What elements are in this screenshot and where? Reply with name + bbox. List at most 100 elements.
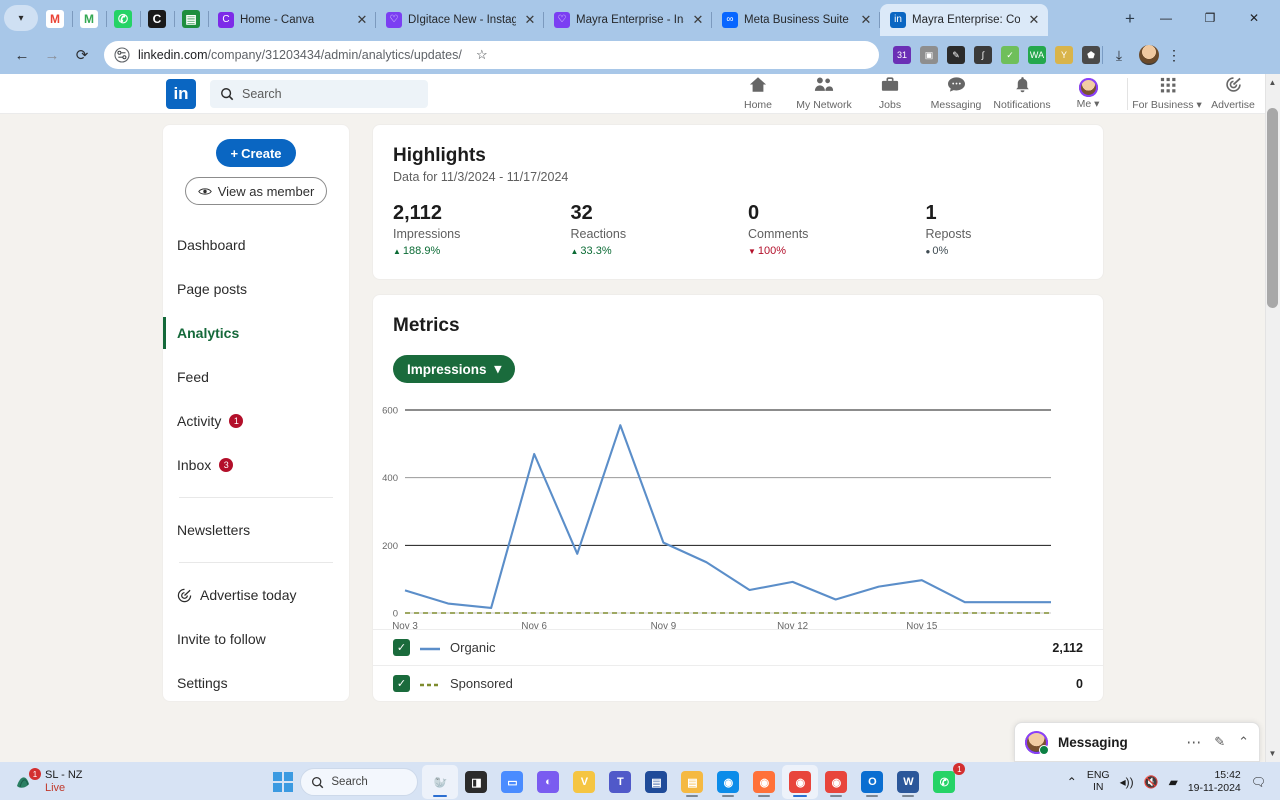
downloads-icon[interactable]: ⤓: [1105, 41, 1133, 69]
scrollbar-thumb[interactable]: [1267, 108, 1278, 308]
gmail-pin[interactable]: M: [38, 4, 73, 34]
nav-item-for-business[interactable]: For Business ▾: [1132, 76, 1202, 111]
browser-tab[interactable]: ♡ Mayra Enterprise - Instagr ✕: [544, 4, 712, 36]
firefox-app[interactable]: ◉: [746, 765, 782, 799]
address-bar[interactable]: linkedin.com/company/31203434/admin/anal…: [104, 41, 879, 69]
tab-search-dropdown[interactable]: ▾: [4, 5, 38, 31]
word-app[interactable]: W: [890, 765, 926, 799]
language-indicator[interactable]: ENG IN: [1087, 770, 1110, 793]
nav-item-my-network[interactable]: My Network: [791, 76, 857, 111]
notification-center-icon[interactable]: 🗨: [1251, 775, 1266, 789]
copilot-app[interactable]: ◐: [530, 765, 566, 799]
highlight-label: Impressions: [393, 227, 461, 241]
chrome-app[interactable]: ◉: [782, 765, 819, 799]
close-window-button[interactable]: ✕: [1232, 2, 1276, 34]
page-scrollbar[interactable]: ▲ ▼: [1265, 74, 1280, 762]
sidebar-item-newsletters[interactable]: Newsletters: [163, 508, 349, 552]
browser-tab[interactable]: C Home - Canva ✕: [208, 4, 376, 36]
browser-tab[interactable]: ♡ DIgitace New - Instagram ✕: [376, 4, 544, 36]
scroll-up-arrow[interactable]: ▲: [1268, 78, 1277, 87]
gmail-alt-pin[interactable]: M: [72, 4, 107, 34]
legend-row[interactable]: ✓ Sponsored 0: [373, 665, 1103, 701]
sidebar-item-analytics[interactable]: Analytics: [163, 311, 349, 355]
start-button[interactable]: [270, 769, 296, 795]
profile-avatar[interactable]: [1135, 41, 1163, 69]
puzzle-extension-icon[interactable]: ⬟: [1082, 46, 1100, 64]
expand-chevron-icon[interactable]: ⌃: [1238, 734, 1249, 750]
close-tab-icon[interactable]: ✕: [354, 12, 370, 28]
sheets-pin[interactable]: ▤: [174, 4, 209, 34]
camera-extension-icon[interactable]: ▣: [920, 46, 938, 64]
grammar-extension-icon[interactable]: ✓: [1001, 46, 1019, 64]
sidebar-item-activity[interactable]: Activity 1: [163, 399, 349, 443]
minimize-button[interactable]: —: [1144, 2, 1188, 34]
nav-item-jobs[interactable]: Jobs: [857, 76, 923, 111]
nav-item-home[interactable]: Home: [725, 76, 791, 111]
forward-icon[interactable]: →: [38, 41, 66, 69]
close-tab-icon[interactable]: ✕: [690, 12, 706, 28]
zoom-app[interactable]: ▭: [494, 765, 530, 799]
browser-tab[interactable]: in Mayra Enterprise: Compan ✕: [880, 4, 1048, 36]
whatsapp-app[interactable]: ✆ 1: [926, 763, 966, 799]
legend-row[interactable]: ✓ Organic 2,112: [373, 629, 1103, 665]
formula-extension-icon[interactable]: ∫: [974, 46, 992, 64]
back-icon[interactable]: ←: [8, 41, 36, 69]
volume-muted-icon[interactable]: 🔇: [1144, 775, 1159, 789]
nav-item-advertise[interactable]: Advertise: [1200, 76, 1266, 111]
create-button[interactable]: + Create: [216, 139, 296, 167]
sidebar-item-feed[interactable]: Feed: [163, 355, 349, 399]
running-indicator: [866, 794, 879, 797]
maximize-button[interactable]: ❐: [1188, 2, 1232, 34]
chrome-profile-app[interactable]: ◉: [818, 765, 854, 799]
close-tab-icon[interactable]: ✕: [522, 12, 538, 28]
site-settings-icon[interactable]: [114, 47, 130, 63]
store-app[interactable]: ▤: [638, 765, 674, 799]
search-input[interactable]: Search: [210, 79, 428, 108]
legend-checkbox[interactable]: ✓: [393, 675, 410, 692]
sidebar-item-page-posts[interactable]: Page posts: [163, 267, 349, 311]
sidebar-item-advertise-today[interactable]: Advertise today: [163, 573, 349, 617]
dark-square-app[interactable]: ◨: [458, 765, 494, 799]
close-tab-icon[interactable]: ✕: [1026, 12, 1042, 28]
teams-app[interactable]: T: [602, 765, 638, 799]
wifi-icon[interactable]: ◂)): [1120, 775, 1134, 789]
sidebar-item-settings[interactable]: Settings: [163, 661, 349, 705]
canva-pin[interactable]: C: [140, 4, 175, 34]
edge-app[interactable]: ◉: [710, 765, 746, 799]
sidebar-item-invite-to-follow[interactable]: Invite to follow: [163, 617, 349, 661]
linkedin-logo-icon[interactable]: in: [166, 78, 196, 109]
sidebar-item-dashboard[interactable]: Dashboard: [163, 223, 349, 267]
close-tab-icon[interactable]: ✕: [858, 12, 874, 28]
view-as-member-button[interactable]: View as member: [185, 177, 327, 205]
clock[interactable]: 15:42 19-11-2024: [1188, 769, 1241, 795]
messaging-widget[interactable]: Messaging ⋯ ✎ ⌃: [1014, 722, 1260, 762]
legend-checkbox[interactable]: ✓: [393, 639, 410, 656]
vivaldi-app[interactable]: V: [566, 765, 602, 799]
tray-chevron-icon[interactable]: ⌃: [1067, 775, 1077, 789]
taskbar-search-input[interactable]: Search: [300, 768, 419, 796]
y-extension-icon[interactable]: Y: [1055, 46, 1073, 64]
bookmark-star-icon[interactable]: ☆: [470, 47, 494, 63]
wa-extension-icon[interactable]: WA: [1028, 46, 1046, 64]
new-tab-button[interactable]: +: [1116, 5, 1144, 33]
file-explorer-app[interactable]: ▤: [674, 765, 710, 799]
calendar-extension-icon[interactable]: 31: [893, 46, 911, 64]
nav-item-me[interactable]: Me ▾: [1055, 77, 1121, 110]
nav-item-messaging[interactable]: Messaging: [923, 76, 989, 111]
manatee-app[interactable]: 🦭: [422, 765, 459, 799]
more-options-icon[interactable]: ⋯: [1186, 733, 1201, 751]
metric-selector-dropdown[interactable]: Impressions ▾: [393, 355, 516, 383]
compose-message-icon[interactable]: ✎: [1214, 734, 1225, 750]
whatsapp-pin[interactable]: ✆: [106, 4, 141, 34]
browser-tab[interactable]: ∞ Meta Business Suite ✕: [712, 4, 880, 36]
scroll-down-arrow[interactable]: ▼: [1268, 749, 1277, 758]
reload-icon[interactable]: ⟳: [68, 41, 96, 69]
browser-menu-icon[interactable]: ⋮: [1165, 48, 1183, 62]
taskbar-news-widget[interactable]: 1 SL - NZ Live: [6, 768, 166, 794]
battery-icon[interactable]: ▰: [1169, 775, 1178, 789]
url-text: linkedin.com/company/31203434/admin/anal…: [138, 48, 462, 62]
nav-item-notifications[interactable]: Notifications: [989, 76, 1055, 111]
sidebar-item-inbox[interactable]: Inbox 3: [163, 443, 349, 487]
outlook-app[interactable]: O: [854, 765, 890, 799]
pen-extension-icon[interactable]: ✎: [947, 46, 965, 64]
